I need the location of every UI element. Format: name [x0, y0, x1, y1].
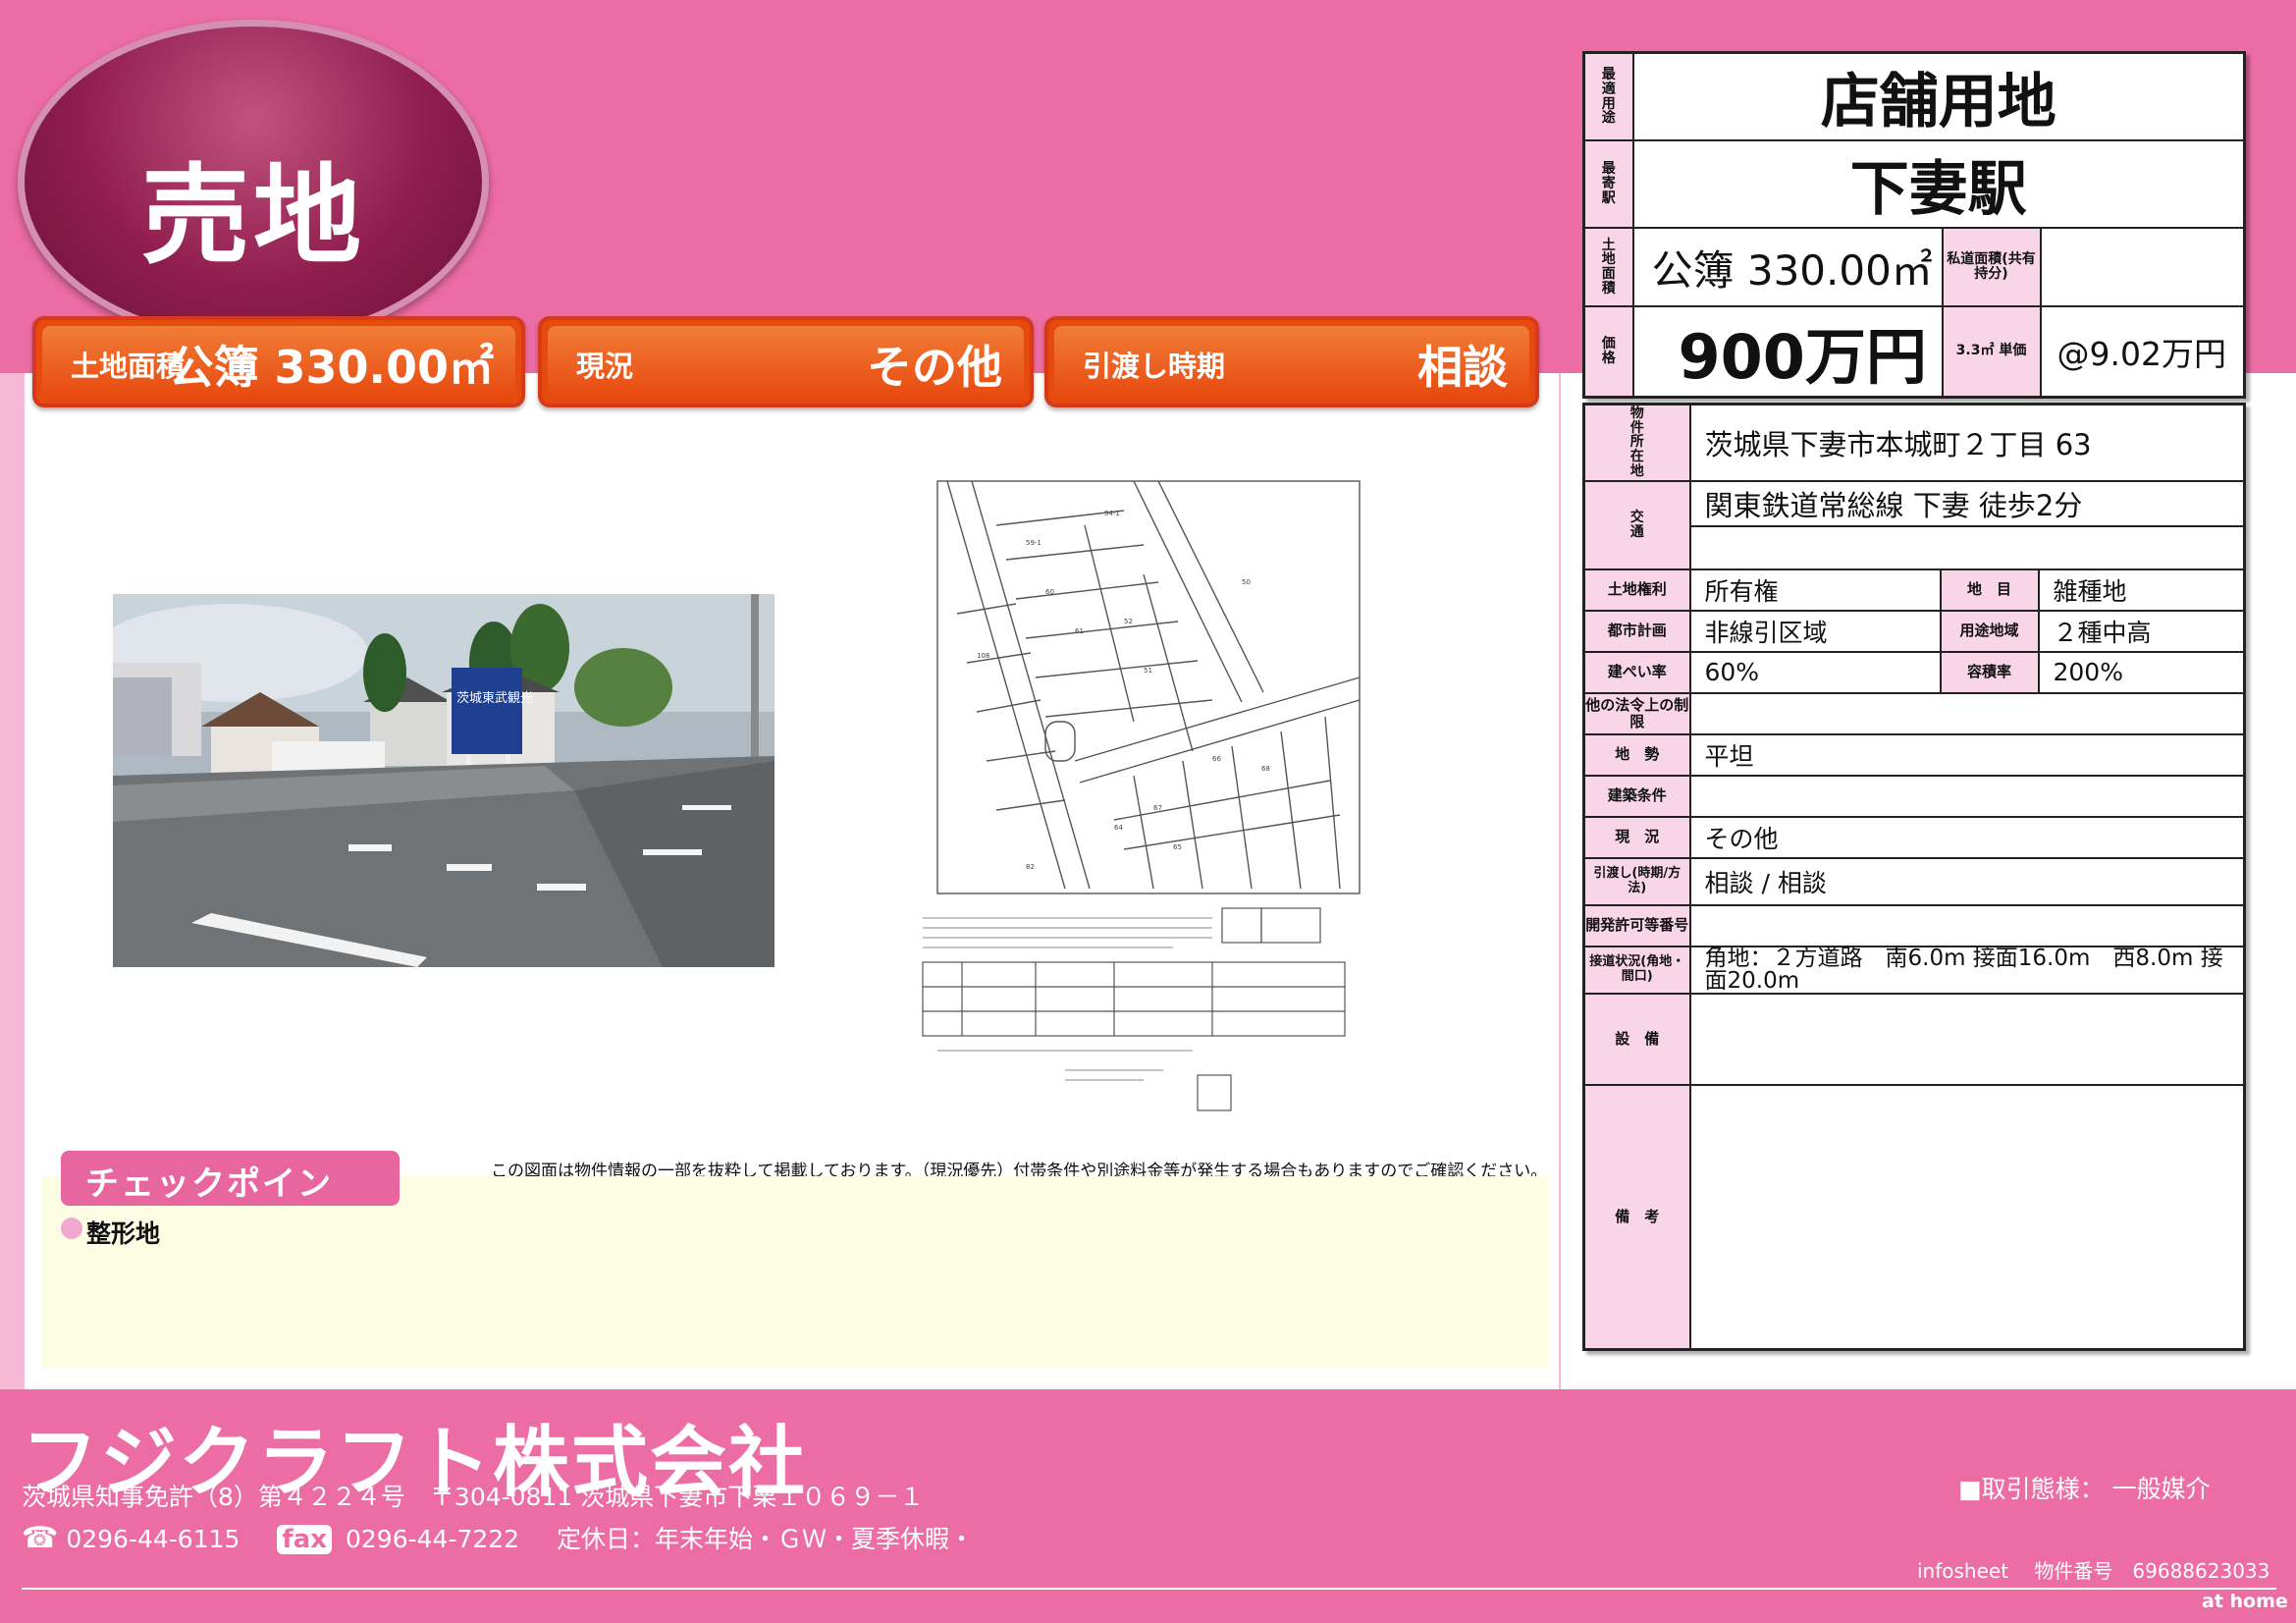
transport-value: 関東鉄道常総線 下妻 徒歩2分: [1688, 479, 2246, 527]
facilities-label: 設 備: [1582, 992, 1691, 1086]
private-road-label: 私道面積(共有持分): [1941, 227, 2042, 307]
other-law-value: [1688, 691, 2246, 735]
detail-value: ２種中高: [2037, 609, 2246, 653]
road-access-label: 接道状況(角地・間口): [1582, 945, 1691, 995]
location-value: 茨城県下妻市本城町２丁目 63: [1688, 403, 2246, 482]
handover-value: 相談 / 相談: [1688, 856, 2246, 906]
svg-text:59-1: 59-1: [1026, 539, 1041, 547]
detail-label: 建ぺい率: [1582, 650, 1691, 694]
company-contact: ☎ 0296-44-6115 fax 0296-44-7222 定休日：年末年始…: [22, 1520, 974, 1555]
detail-label: 用途地域: [1939, 609, 2040, 653]
highlight-value: 相談: [1417, 341, 1508, 394]
detail-value: 60%: [1688, 650, 1942, 694]
phone-number: 0296-44-6115: [66, 1525, 240, 1553]
brand-logo: at home: [2202, 1591, 2288, 1612]
building-condition-value: [1688, 774, 2246, 818]
trade-type: ■取引態様： 一般媒介: [1958, 1475, 2211, 1503]
detail-label: 都市計画: [1582, 609, 1691, 653]
svg-text:65: 65: [1173, 843, 1182, 851]
summary-table: 最適用途 店舗用地 最寄駅 下妻駅 土地面積 公簿 330.00㎡ 私道面積(共…: [1582, 51, 2246, 399]
detail-value: 200%: [2037, 650, 2246, 694]
bullet-icon: [61, 1217, 82, 1239]
price-value: 900万円: [1631, 305, 1944, 399]
svg-text:67: 67: [1153, 804, 1162, 812]
details-table: 物件所在地 茨城県下妻市本城町２丁目 63 交通 関東鉄道常総線 下妻 徒歩2分…: [1582, 403, 2246, 1351]
area-value: 公簿 330.00㎡: [1631, 227, 1944, 307]
checkpoint-title: チェックポイント！: [61, 1151, 400, 1252]
detail-label: 土地権利: [1582, 568, 1691, 612]
private-road-value: [2039, 227, 2246, 307]
remarks-value: [1688, 1083, 2246, 1351]
other-law-label: 他の法令上の制限: [1582, 691, 1691, 735]
svg-text:82: 82: [1026, 863, 1035, 871]
cadastral-map: 54-1 59-1 60 61 52 51 50 108 66 68 67 64 65 82: [918, 437, 1382, 1122]
svg-text:61: 61: [1075, 627, 1084, 635]
terrain-label: 地 勢: [1582, 732, 1691, 777]
photo-sign-text: 茨城東武観光: [456, 690, 533, 706]
unit-price-label: 3.3㎡ 単価: [1941, 305, 2042, 399]
station-value: 下妻駅: [1631, 139, 2246, 229]
detail-label: 地 目: [1939, 568, 2040, 612]
svg-text:52: 52: [1124, 618, 1133, 625]
highlight-status: 現況 その他: [538, 316, 1034, 407]
station-label: 最寄駅: [1582, 139, 1634, 229]
area-label: 土地面積: [1582, 227, 1634, 307]
svg-text:50: 50: [1242, 578, 1251, 586]
detail-value: 非線引区域: [1688, 609, 1942, 653]
holiday-text: 定休日：年末年始・ＧＷ・夏季休暇・: [557, 1525, 975, 1553]
detail-value: 雑種地: [2037, 568, 2246, 612]
phone-icon: ☎: [22, 1521, 59, 1555]
svg-text:51: 51: [1144, 667, 1152, 675]
transport-value-2: [1688, 524, 2246, 570]
checkpoint-item: 整形地: [86, 1219, 161, 1248]
location-label: 物件所在地: [1582, 403, 1691, 482]
price-label: 価格: [1582, 305, 1634, 399]
use-value: 店舗用地: [1631, 51, 2246, 141]
unit-price-value: @9.02万円: [2039, 305, 2246, 399]
transport-label: 交通: [1582, 479, 1691, 570]
svg-text:66: 66: [1212, 755, 1221, 763]
highlight-handover: 引渡し時期 相談: [1044, 316, 1539, 407]
company-license: 茨城県知事免許（8）第４２２４号 〒304-0811 茨城県下妻市下栗１０６９－…: [22, 1483, 925, 1511]
highlight-label: 現況: [576, 350, 634, 383]
svg-text:68: 68: [1261, 765, 1270, 773]
dev-permit-value: [1688, 903, 2246, 947]
svg-text:60: 60: [1045, 588, 1054, 596]
use-label: 最適用途: [1582, 51, 1634, 141]
svg-text:108: 108: [977, 652, 989, 660]
dev-permit-label: 開発許可等番号: [1582, 903, 1691, 947]
sale-type-label: 売地: [141, 153, 365, 279]
highlight-value: その他: [867, 341, 1002, 394]
detail-value: 所有権: [1688, 568, 1942, 612]
infosheet-number: infosheet 物件番号 69688623033: [1917, 1559, 2270, 1583]
status-value: その他: [1688, 815, 2246, 859]
fax-icon: fax: [277, 1525, 333, 1554]
svg-text:54-1: 54-1: [1104, 510, 1120, 517]
handover-label: 引渡し(時期/方法): [1582, 856, 1691, 906]
highlight-land-area: 土地面積 公簿 330.00㎡: [32, 316, 525, 407]
remarks-label: 備 考: [1582, 1083, 1691, 1351]
highlight-value: 公簿 330.00㎡: [168, 341, 494, 394]
svg-text:64: 64: [1114, 824, 1123, 832]
property-photo: 茨城東武観光: [113, 594, 774, 967]
status-label: 現 況: [1582, 815, 1691, 859]
footer-divider: [22, 1588, 2276, 1590]
road-access-value: 角地：２方道路 南6.0m 接面16.0m 西8.0m 接面20.0m: [1688, 945, 2246, 995]
fax-number: 0296-44-7222: [345, 1525, 520, 1553]
building-condition-label: 建築条件: [1582, 774, 1691, 818]
facilities-value: [1688, 992, 2246, 1086]
detail-label: 容積率: [1939, 650, 2040, 694]
highlight-label: 引渡し時期: [1083, 350, 1226, 383]
terrain-value: 平坦: [1688, 732, 2246, 777]
